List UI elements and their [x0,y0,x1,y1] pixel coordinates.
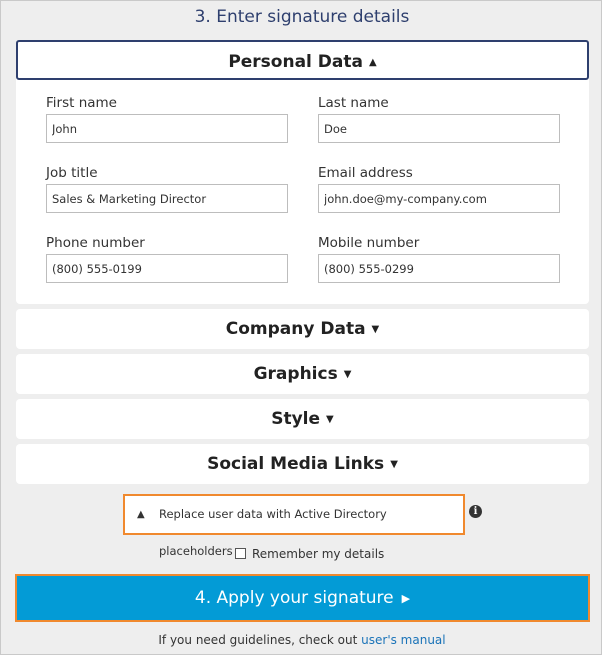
graphics-panel[interactable]: Graphics ▼ [16,354,589,394]
job-title-label: Job title [46,165,98,181]
first-name-label: First name [46,95,117,111]
first-name-input[interactable] [46,114,288,143]
caret-down-icon: ▼ [343,369,352,380]
chevron-up-icon: ▲ [137,509,145,520]
social-media-links-header-label: Social Media Links [207,454,385,474]
remember-details-label: Remember my details [252,547,385,561]
caret-down-icon: ▼ [390,459,398,470]
graphics-header-label: Graphics [253,364,338,384]
checkbox-icon[interactable] [235,548,246,559]
phone-number-label: Phone number [46,235,145,251]
personal-data-panel: Personal Data ▲ First name Last name Job … [16,40,589,304]
footer-text: If you need guidelines, check out [158,633,358,647]
graphics-header[interactable]: Graphics ▼ [16,354,589,395]
company-data-header-label: Company Data [225,319,366,339]
last-name-label: Last name [318,95,389,111]
caret-right-icon: ▶ [401,592,411,605]
style-header[interactable]: Style ▼ [16,399,589,440]
mobile-number-input[interactable] [318,254,560,283]
caret-down-icon: ▼ [326,414,334,425]
info-icon[interactable]: i [469,505,482,518]
mobile-number-label: Mobile number [318,235,420,251]
replace-ad-placeholders-toggle[interactable]: ▲ Replace user data with Active Director… [123,494,465,558]
caret-up-icon: ▲ [368,57,377,68]
job-title-input[interactable] [46,184,288,213]
company-data-panel[interactable]: Company Data ▼ [16,309,589,349]
personal-data-header-label: Personal Data [228,52,363,72]
apply-signature-button[interactable]: 4. Apply your signature ▶ [15,574,590,622]
style-panel[interactable]: Style ▼ [16,399,589,439]
style-header-label: Style [271,409,321,429]
social-media-links-header[interactable]: Social Media Links ▼ [16,444,589,485]
personal-data-header[interactable]: Personal Data ▲ [16,40,589,80]
email-address-label: Email address [318,165,413,181]
footer: If you need guidelines, check out user's… [1,633,602,647]
users-manual-link[interactable]: user's manual [361,633,445,647]
email-address-input[interactable] [318,184,560,213]
phone-number-input[interactable] [46,254,288,283]
caret-down-icon: ▼ [371,324,380,335]
social-media-links-panel[interactable]: Social Media Links ▼ [16,444,589,484]
remember-details-checkbox[interactable]: Remember my details [235,547,384,561]
apply-signature-label: 4. Apply your signature [194,588,394,608]
step-title: 3. Enter signature details [194,7,410,27]
last-name-input[interactable] [318,114,560,143]
company-data-header[interactable]: Company Data ▼ [16,309,589,350]
